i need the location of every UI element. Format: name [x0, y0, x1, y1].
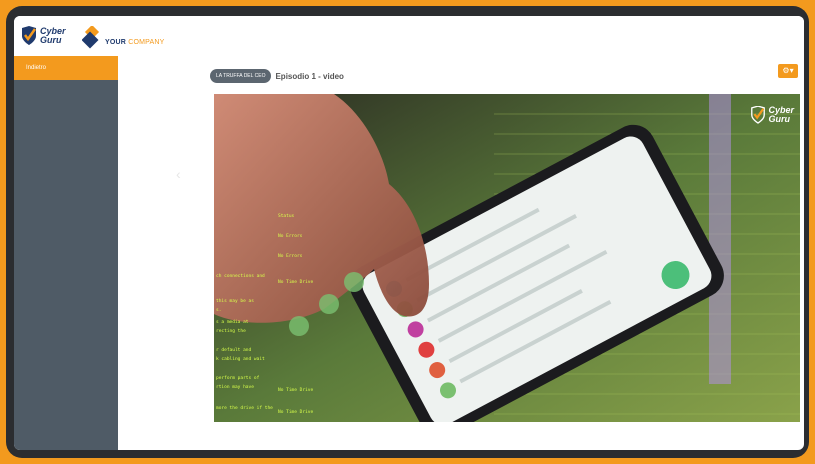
cyber-guru-logo[interactable]: Cyber Guru	[20, 22, 66, 50]
shield-check-icon	[751, 106, 766, 124]
overlay-text: rtion may have	[216, 385, 254, 390]
company-diamond-icon	[82, 26, 100, 49]
overlay-text: s a media at	[216, 320, 249, 325]
overlay-text: No Time Drive	[278, 388, 314, 393]
cyber-logo-line2: Guru	[40, 35, 62, 45]
overlay-text: Status	[278, 214, 295, 219]
overlay-text: No Errors	[278, 234, 303, 239]
watermark-line2: Guru	[768, 114, 790, 124]
content-title-row: LA TRUFFA DEL CEO Episodio 1 - video	[210, 68, 344, 84]
header: Cyber Guru YOUR COMPANY	[14, 16, 804, 56]
chevron-left-icon[interactable]: ‹	[176, 166, 181, 182]
video-player[interactable]: Cyber Guru Status No Errors No Errors ch…	[214, 94, 800, 422]
sidebar-item-back[interactable]: Indietro	[14, 56, 118, 80]
category-pill[interactable]: LA TRUFFA DEL CEO	[210, 69, 272, 83]
overlay-text: No Time Drive	[278, 280, 314, 285]
video-watermark-logo: Cyber Guru	[750, 106, 794, 124]
overlay-text: more the drive if the	[216, 406, 273, 411]
overlay-text: ch connections and	[216, 274, 265, 279]
sidebar-item-label: Indietro	[26, 65, 47, 71]
shield-check-icon	[22, 26, 37, 45]
company-logo-bold: YOUR	[105, 39, 127, 46]
gear-icon: ⚙▾	[782, 66, 794, 75]
overlay-text: perform parts of	[216, 376, 260, 381]
overlay-text: this may be as	[216, 299, 254, 304]
overlay-text: r default and	[216, 348, 252, 353]
overlay-text: s.	[216, 308, 222, 313]
page-title: Episodio 1 - video	[275, 71, 344, 81]
app-screen: Cyber Guru YOUR COMPANY Indietro LA TRUF…	[14, 16, 804, 450]
settings-button[interactable]: ⚙▾	[778, 64, 798, 78]
company-logo[interactable]: YOUR COMPANY	[82, 20, 164, 50]
overlay-text: k cabling and wait	[216, 357, 265, 362]
company-logo-rest: COMPANY	[128, 39, 165, 46]
sidebar: Indietro	[14, 56, 118, 450]
overlay-text: No Time Drive	[278, 410, 314, 415]
overlay-text: recting the	[216, 329, 246, 334]
overlay-text: No Errors	[278, 254, 303, 259]
